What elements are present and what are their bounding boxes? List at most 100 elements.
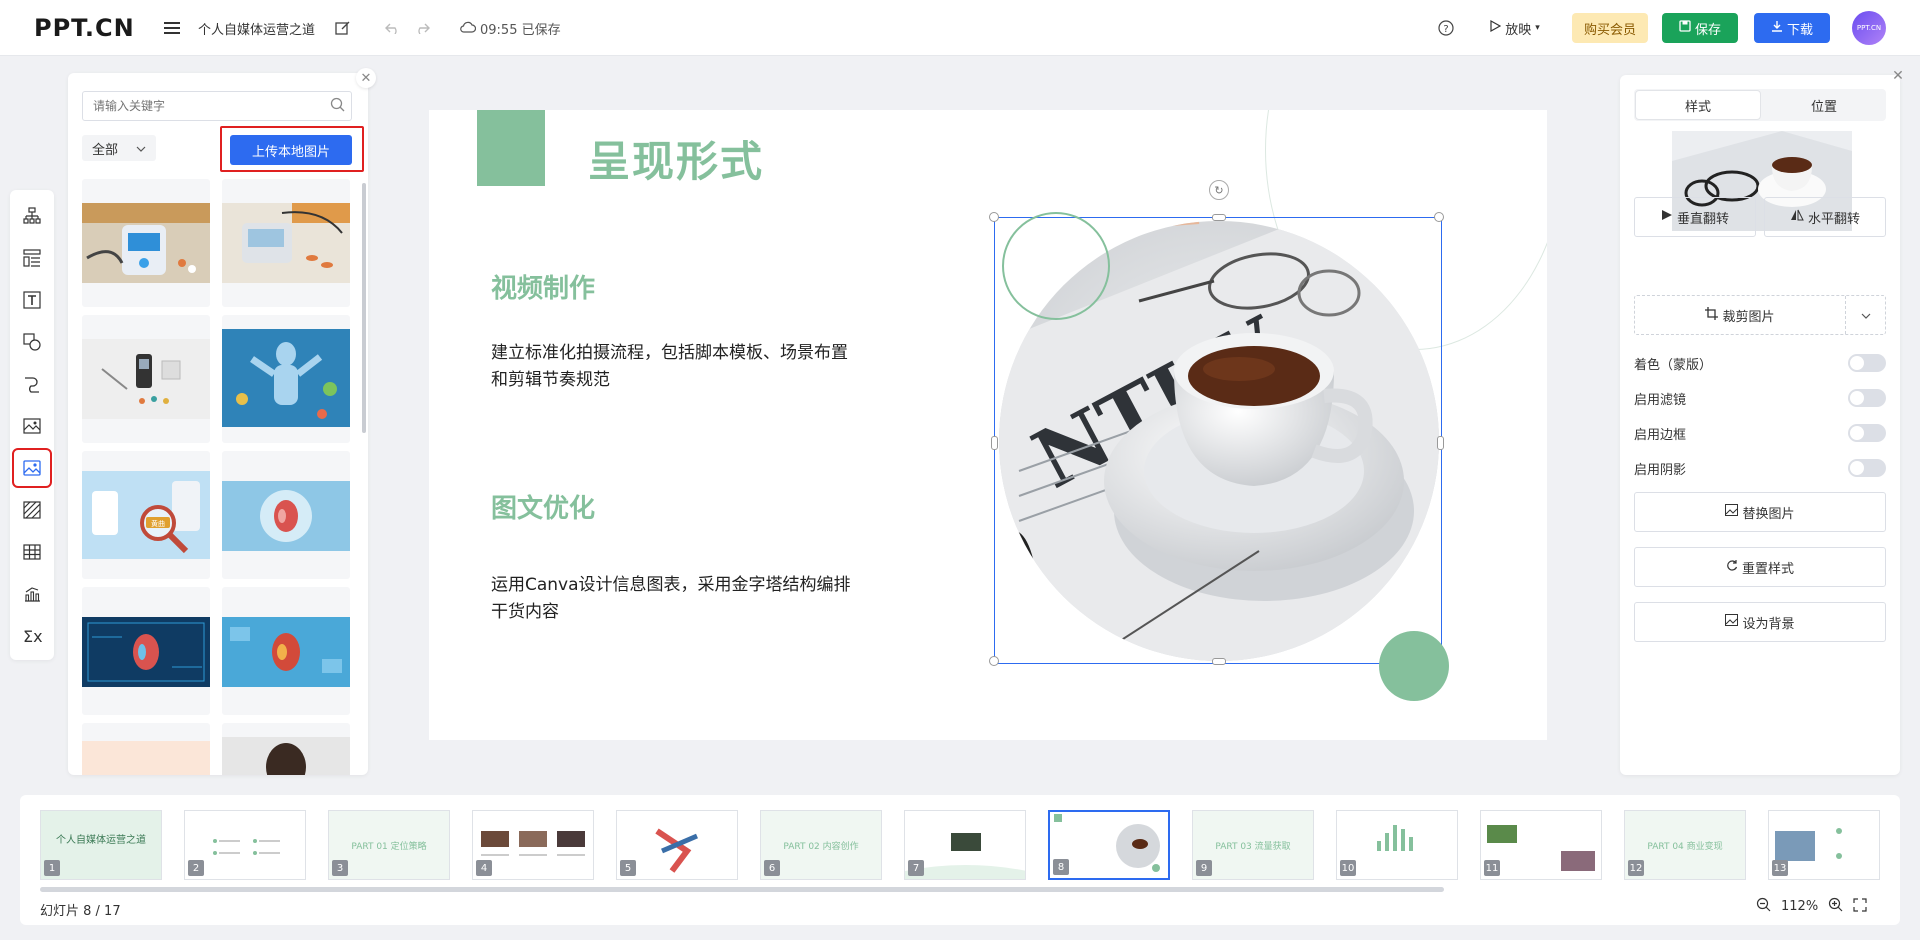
slide-number: 9: [1196, 860, 1212, 876]
buy-vip-button[interactable]: 购买会员: [1572, 13, 1648, 43]
menu-icon[interactable]: [160, 16, 184, 40]
play-button[interactable]: 放映 ▾: [1482, 13, 1548, 43]
slide-thumbnail[interactable]: PART 02 内容创作 6: [760, 810, 882, 880]
help-icon[interactable]: ?: [1434, 16, 1458, 40]
text-tool-icon[interactable]: [16, 284, 48, 316]
image-thumbnail-partial-2[interactable]: [222, 723, 350, 775]
line-tool-icon[interactable]: [16, 368, 48, 400]
category-filter-select[interactable]: 全部: [82, 135, 156, 161]
image-gallery-tool-icon[interactable]: [16, 410, 48, 442]
slide-number: 2: [188, 860, 204, 876]
app-logo[interactable]: PPT.CN: [34, 14, 135, 42]
slide-number: 8: [1053, 859, 1069, 875]
shadow-row: 启用阴影: [1634, 458, 1886, 478]
set-as-background-button[interactable]: 设为背景: [1634, 602, 1886, 642]
slide-thumbnail[interactable]: PART 03 流量获取 9: [1192, 810, 1314, 880]
resize-handle-top[interactable]: [1212, 214, 1226, 221]
fullscreen-icon[interactable]: [1853, 897, 1867, 916]
slide-thumbnail[interactable]: 个人自媒体运营之道 1: [40, 810, 162, 880]
search-icon[interactable]: [330, 97, 345, 116]
layout-tool-icon[interactable]: [16, 242, 48, 274]
download-button[interactable]: 下载: [1754, 13, 1830, 43]
close-icon[interactable]: ✕: [356, 68, 376, 88]
search-input[interactable]: [82, 91, 352, 121]
decorative-circle-outline[interactable]: [1002, 212, 1110, 320]
zoom-in-icon[interactable]: [1828, 897, 1843, 916]
texture-tool-icon[interactable]: [16, 494, 48, 526]
reset-style-button[interactable]: 重置样式: [1634, 547, 1886, 587]
slide-thumbnail[interactable]: PART 04 商业变现 12: [1624, 810, 1746, 880]
image-thumbnail-partial-1[interactable]: [82, 723, 210, 775]
thumbnail-badge-text: 黄曲: [151, 519, 165, 528]
slide-thumbnail[interactable]: 5: [616, 810, 738, 880]
close-icon[interactable]: ✕: [1888, 66, 1908, 86]
tab-position[interactable]: 位置: [1762, 89, 1886, 121]
section-text-video[interactable]: 建立标准化拍摄流程，包括脚本模板、场景布置和剪辑节奏规范: [491, 340, 851, 394]
formula-tool-icon[interactable]: Σx: [16, 620, 48, 652]
slide-thumbnail[interactable]: 10: [1336, 810, 1458, 880]
shadow-toggle[interactable]: [1848, 459, 1886, 477]
resize-handle-left[interactable]: [991, 436, 998, 450]
image-thumbnail-kidney-blue[interactable]: [222, 587, 350, 715]
zoom-out-icon[interactable]: [1756, 897, 1771, 916]
slide-title[interactable]: 呈现形式: [588, 128, 764, 189]
slide-thumbnail-active[interactable]: 8: [1048, 810, 1170, 880]
shape-tool-icon[interactable]: [16, 326, 48, 358]
filmstrip-scrollbar[interactable]: [40, 887, 1444, 892]
image-thumbnail-magnifier[interactable]: 黄曲: [82, 451, 210, 579]
slide-thumbnail[interactable]: 11: [1480, 810, 1602, 880]
slide-thumbnail-caption: 个人自媒体运营之道: [56, 835, 146, 846]
image-thumbnail-kidney-tech[interactable]: [82, 587, 210, 715]
resize-handle-bottom-left[interactable]: [989, 656, 999, 666]
save-button[interactable]: 保存: [1662, 13, 1738, 43]
flip-horizontal-button[interactable]: 水平翻转: [1764, 197, 1886, 237]
undo-icon[interactable]: [381, 16, 405, 40]
slide-number: 3: [332, 860, 348, 876]
image-thumbnail-glucose-meter[interactable]: [82, 179, 210, 307]
slide-thumbnail[interactable]: 2: [184, 810, 306, 880]
upload-local-image-button[interactable]: 上传本地图片: [230, 135, 352, 165]
replace-image-button[interactable]: 替换图片: [1634, 492, 1886, 532]
slide-filmstrip: 个人自媒体运营之道 1 2 PART 01 定位策略 3 4 5 PART 02…: [20, 795, 1900, 925]
crop-image-button[interactable]: 裁剪图片: [1635, 296, 1845, 334]
table-tool-icon[interactable]: [16, 536, 48, 568]
resize-handle-top-left[interactable]: [989, 212, 999, 222]
crop-options-dropdown[interactable]: [1845, 296, 1885, 334]
filter-toggle[interactable]: [1848, 389, 1886, 407]
section-heading-graphics[interactable]: 图文优化: [491, 488, 595, 525]
org-chart-tool-icon[interactable]: [16, 200, 48, 232]
decorative-green-dot[interactable]: [1379, 631, 1449, 701]
image-thumbnail-meter-pills-white[interactable]: [82, 315, 210, 443]
image-thumbnail-kidney-bowl[interactable]: [222, 451, 350, 579]
flip-vertical-button[interactable]: 垂直翻转: [1634, 197, 1756, 237]
slide-thumbnail[interactable]: 7: [904, 810, 1026, 880]
border-toggle[interactable]: [1848, 424, 1886, 442]
slide-thumbnail[interactable]: PART 01 定位策略 3: [328, 810, 450, 880]
tab-style[interactable]: 样式: [1635, 90, 1761, 120]
document-title[interactable]: 个人自媒体运营之道: [198, 19, 315, 38]
resize-handle-right[interactable]: [1437, 436, 1444, 450]
chart-tool-icon[interactable]: [16, 578, 48, 610]
image-thumbnail-human-body[interactable]: [222, 315, 350, 443]
slide-thumbnail-caption: PART 03 流量获取: [1215, 842, 1291, 852]
image-thumbnail-meter-pills[interactable]: [222, 179, 350, 307]
rotate-icon[interactable]: ↻: [1209, 180, 1229, 200]
redo-icon[interactable]: [410, 16, 434, 40]
panel-scrollbar[interactable]: [362, 183, 366, 433]
section-text-graphics[interactable]: 运用Canva设计信息图表，采用金字塔结构编排干货内容: [491, 572, 851, 626]
border-label: 启用边框: [1634, 427, 1687, 443]
section-heading-video[interactable]: 视频制作: [491, 268, 595, 305]
slide-canvas[interactable]: 呈现形式 视频制作 建立标准化拍摄流程，包括脚本模板、场景布置和剪辑节奏规范 图…: [429, 110, 1547, 740]
resize-handle-top-right[interactable]: [1434, 212, 1444, 222]
slide-thumbnail[interactable]: 4: [472, 810, 594, 880]
resize-handle-bottom[interactable]: [1212, 658, 1226, 665]
user-avatar[interactable]: PPT.CN: [1852, 11, 1886, 45]
edit-title-icon[interactable]: [330, 16, 354, 40]
tint-mask-toggle[interactable]: [1848, 354, 1886, 372]
image-tool-icon[interactable]: [12, 448, 52, 488]
slide-number: 1: [44, 860, 60, 876]
slide-thumbnail[interactable]: 13: [1768, 810, 1880, 880]
download-icon: [1771, 20, 1783, 36]
category-filter-label: 全部: [92, 142, 119, 158]
slide-counter: 幻灯片 8 / 17: [40, 904, 121, 919]
